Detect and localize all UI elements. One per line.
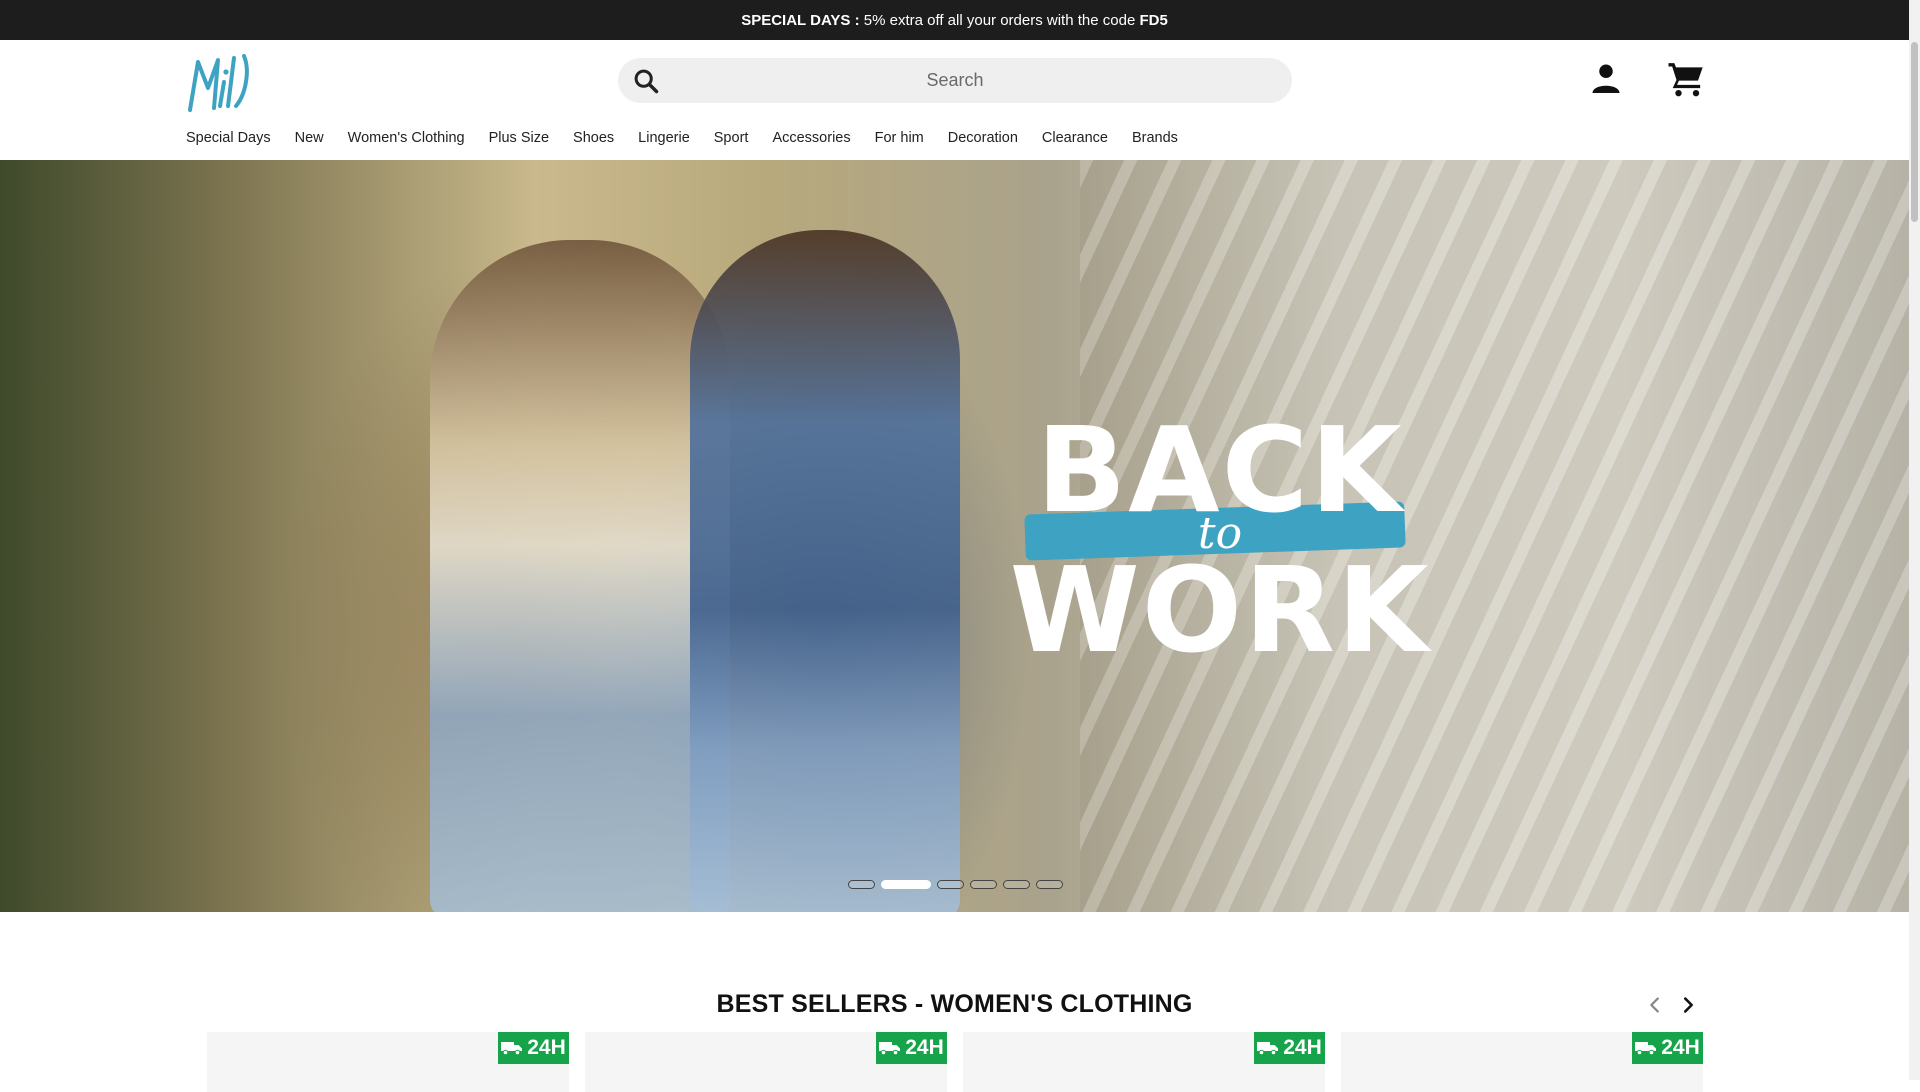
promo-text: 5% extra off all your orders with the co… — [863, 11, 1136, 29]
product-card[interactable]: 24H — [585, 1032, 947, 1092]
delivery-badge: 24H — [498, 1032, 569, 1064]
nav-item-new[interactable]: New — [295, 130, 324, 146]
search-bar — [618, 58, 1292, 103]
user-icon — [1592, 64, 1620, 93]
promo-bar: SPECIAL DAYS : 5% extra off all your ord… — [0, 0, 1909, 40]
nav-item-shoes[interactable]: Shoes — [573, 130, 614, 146]
delivery-badge-label: 24H — [1661, 1036, 1700, 1059]
promo-label: SPECIAL DAYS : — [741, 11, 860, 29]
carousel-dot[interactable] — [1003, 880, 1030, 889]
bestsellers-carousel: 24H 24H 24H 24H — [207, 1032, 1703, 1092]
carousel-dot[interactable] — [937, 880, 964, 889]
main-nav: Special Days New Women's Clothing Plus S… — [186, 130, 1202, 146]
nav-item-womens-clothing[interactable]: Women's Clothing — [348, 130, 465, 146]
site-logo[interactable] — [184, 48, 254, 118]
bestsellers-title: BEST SELLERS - WOMEN'S CLOTHING — [716, 990, 1193, 1018]
carousel-dot-active[interactable] — [881, 880, 931, 889]
hero-model-right — [690, 230, 960, 912]
truck-icon — [1635, 1042, 1657, 1056]
logo-mark — [188, 54, 249, 112]
chevron-right-icon — [1683, 997, 1693, 1013]
carousel-dots — [848, 880, 1063, 889]
nav-item-plus-size[interactable]: Plus Size — [489, 130, 549, 146]
nav-item-decoration[interactable]: Decoration — [948, 130, 1018, 146]
delivery-badge-label: 24H — [905, 1036, 944, 1059]
search-icon[interactable] — [632, 67, 660, 95]
hero-title: BACK to WORK — [1000, 410, 1440, 670]
nav-item-sport[interactable]: Sport — [714, 130, 749, 146]
hero-banner[interactable]: BACK to WORK — [0, 160, 1909, 912]
nav-item-lingerie[interactable]: Lingerie — [638, 130, 690, 146]
nav-item-accessories[interactable]: Accessories — [772, 130, 850, 146]
hero-model-left — [430, 240, 730, 912]
carousel-next-button[interactable] — [1677, 994, 1699, 1016]
product-card[interactable]: 24H — [207, 1032, 569, 1092]
delivery-badge-label: 24H — [527, 1036, 566, 1059]
nav-item-for-him[interactable]: For him — [875, 130, 924, 146]
product-card[interactable]: 24H — [963, 1032, 1325, 1092]
search-input[interactable] — [618, 58, 1292, 103]
truck-icon — [1257, 1042, 1279, 1056]
delivery-badge-label: 24H — [1283, 1036, 1322, 1059]
site-header: Special Days New Women's Clothing Plus S… — [0, 40, 1909, 160]
cart-button[interactable] — [1666, 59, 1706, 99]
chevron-left-icon — [1650, 997, 1659, 1013]
truck-icon — [501, 1042, 523, 1056]
hero-title-line2: to — [1197, 508, 1243, 559]
product-card[interactable]: 24H — [1341, 1032, 1703, 1092]
nav-item-brands[interactable]: Brands — [1132, 130, 1178, 146]
truck-icon — [879, 1042, 901, 1056]
nav-item-clearance[interactable]: Clearance — [1042, 130, 1108, 146]
carousel-dot[interactable] — [848, 880, 875, 889]
carousel-prev-button[interactable] — [1644, 994, 1666, 1016]
page-scrollbar[interactable] — [1909, 0, 1920, 1080]
delivery-badge: 24H — [1632, 1032, 1703, 1064]
nav-item-special-days[interactable]: Special Days — [186, 130, 271, 146]
delivery-badge: 24H — [1254, 1032, 1325, 1064]
hero-title-line3: WORK — [1009, 541, 1431, 679]
scrollbar-thumb[interactable] — [1911, 42, 1918, 222]
promo-code: FD5 — [1139, 11, 1168, 29]
delivery-badge: 24H — [876, 1032, 947, 1064]
carousel-dot[interactable] — [970, 880, 997, 889]
carousel-dot[interactable] — [1036, 880, 1063, 889]
cart-icon — [1668, 63, 1703, 97]
account-button[interactable] — [1588, 60, 1624, 96]
